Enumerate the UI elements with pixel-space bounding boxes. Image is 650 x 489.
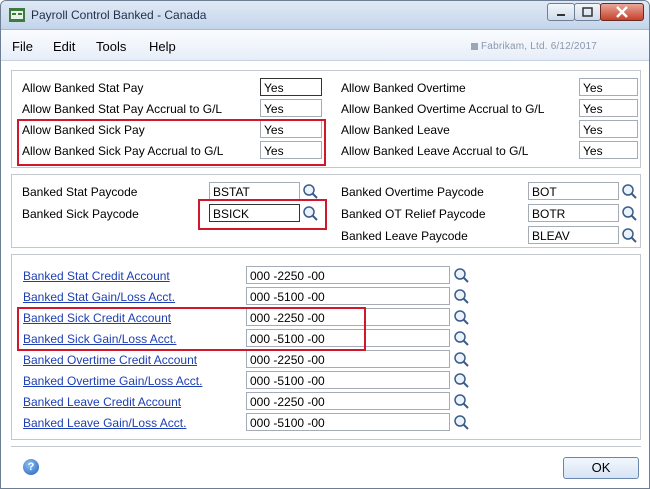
account-link-0[interactable]: Banked Stat Credit Account (23, 269, 170, 283)
allow-banked-stat-pay-field[interactable]: Yes (260, 78, 322, 96)
account-link-7[interactable]: Banked Leave Gain/Loss Acct. (23, 416, 186, 430)
account-field-0[interactable]: 000 -2250 -00 (246, 266, 450, 284)
allow-banked-overtime-accrual-label: Allow Banked Overtime Accrual to G/L (341, 102, 545, 116)
account-link-4[interactable]: Banked Overtime Credit Account (23, 353, 197, 367)
allow-banked-leave-label: Allow Banked Leave (341, 123, 450, 137)
allow-banked-leave-field[interactable]: Yes (579, 120, 638, 138)
allow-banked-leave-accrual-field[interactable]: Yes (579, 141, 638, 159)
banked-stat-paycode-label: Banked Stat Paycode (22, 185, 138, 199)
account-lookup-icon-6[interactable] (451, 392, 471, 410)
leave-paycode-lookup-icon[interactable] (619, 226, 639, 244)
account-lookup-icon-7[interactable] (451, 413, 471, 431)
banked-stat-paycode-field[interactable]: BSTAT (209, 182, 300, 200)
maximize-icon (582, 7, 593, 17)
help-icon[interactable]: ? (23, 459, 39, 475)
overtime-paycode-lookup-icon[interactable] (619, 182, 639, 200)
sick-accounts-highlight (17, 307, 366, 351)
banked-overtime-paycode-field[interactable]: BOT (528, 182, 619, 200)
banked-ot-relief-paycode-field[interactable]: BOTR (528, 204, 619, 222)
banked-leave-paycode-label: Banked Leave Paycode (341, 229, 468, 243)
close-icon (616, 6, 628, 18)
ot-relief-paycode-lookup-icon[interactable] (619, 204, 639, 222)
account-lookup-icon-2[interactable] (451, 308, 471, 326)
menu-bar: File Edit Tools Help Fabrikam, Ltd. 6/12… (1, 30, 649, 61)
maximize-button[interactable] (574, 3, 601, 21)
account-lookup-icon-3[interactable] (451, 329, 471, 347)
allow-banked-overtime-accrual-field[interactable]: Yes (579, 99, 638, 117)
window-title: Payroll Control Banked - Canada (31, 8, 207, 22)
menu-file[interactable]: File (12, 39, 33, 54)
ok-button[interactable]: OK (563, 457, 639, 479)
account-field-6[interactable]: 000 -2250 -00 (246, 392, 450, 410)
banked-ot-relief-paycode-label: Banked OT Relief Paycode (341, 207, 486, 221)
sick-options-highlight (17, 119, 326, 166)
allow-banked-leave-accrual-label: Allow Banked Leave Accrual to G/L (341, 144, 529, 158)
account-field-1[interactable]: 000 -5100 -00 (246, 287, 450, 305)
banked-sick-paycode-label: Banked Sick Paycode (22, 207, 139, 221)
account-field-7[interactable]: 000 -5100 -00 (246, 413, 450, 431)
account-link-1[interactable]: Banked Stat Gain/Loss Acct. (23, 290, 175, 304)
allow-banked-overtime-field[interactable]: Yes (579, 78, 638, 96)
account-lookup-icon-4[interactable] (451, 350, 471, 368)
title-bar[interactable]: Payroll Control Banked - Canada (1, 1, 649, 30)
stat-paycode-lookup-icon[interactable] (300, 182, 320, 200)
account-field-4[interactable]: 000 -2250 -00 (246, 350, 450, 368)
company-icon (471, 43, 478, 50)
account-field-5[interactable]: 000 -5100 -00 (246, 371, 450, 389)
minimize-icon (557, 14, 565, 16)
company-date-label: Fabrikam, Ltd. 6/12/2017 (481, 41, 597, 52)
allow-banked-overtime-label: Allow Banked Overtime (341, 81, 466, 95)
menu-edit[interactable]: Edit (53, 39, 75, 54)
menu-tools[interactable]: Tools (96, 39, 126, 54)
banked-leave-paycode-field[interactable]: BLEAV (528, 226, 619, 244)
account-link-6[interactable]: Banked Leave Credit Account (23, 395, 181, 409)
payroll-control-window: Payroll Control Banked - Canada File Edi… (0, 0, 650, 489)
sick-paycode-highlight (198, 199, 327, 230)
account-link-5[interactable]: Banked Overtime Gain/Loss Acct. (23, 374, 202, 388)
allow-banked-stat-pay-label: Allow Banked Stat Pay (22, 81, 144, 95)
close-button[interactable] (600, 3, 644, 21)
allow-banked-stat-accrual-field[interactable]: Yes (260, 99, 322, 117)
app-icon (9, 8, 25, 22)
account-lookup-icon-1[interactable] (451, 287, 471, 305)
minimize-button[interactable] (547, 3, 575, 21)
banked-overtime-paycode-label: Banked Overtime Paycode (341, 185, 484, 199)
footer-separator (11, 446, 641, 447)
account-lookup-icon-0[interactable] (451, 266, 471, 284)
menu-help[interactable]: Help (149, 39, 176, 54)
allow-banked-stat-accrual-label: Allow Banked Stat Pay Accrual to G/L (22, 102, 223, 116)
account-lookup-icon-5[interactable] (451, 371, 471, 389)
